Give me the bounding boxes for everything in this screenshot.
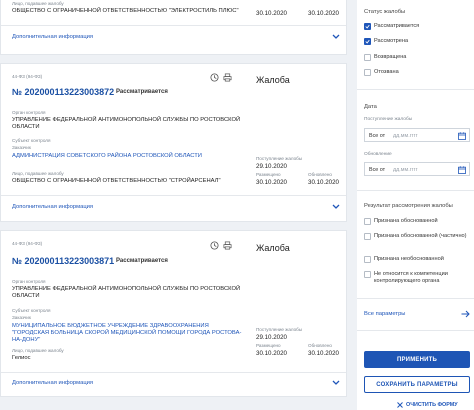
updated-date: 30.10.2020 <box>308 350 339 357</box>
status-option-label: Возвращена <box>374 54 407 60</box>
received-date: 29.10.2020 <box>256 334 287 341</box>
applicant-value: ОБЩЕСТВО С ОГРАНИЧЕННОЙ ОТВЕТСТВЕННОСТЬЮ… <box>12 178 221 184</box>
status-checkbox[interactable] <box>364 69 371 76</box>
print-icon[interactable] <box>223 241 232 250</box>
more-info-link[interactable]: Дополнительная информация <box>12 204 93 210</box>
chevron-down-icon[interactable] <box>331 203 341 211</box>
control-label: Орган контроля <box>12 279 46 284</box>
applicant-label: Лицо, подавшее жалобу <box>12 348 64 353</box>
apply-button[interactable]: ПРИМЕНИТЬ <box>364 351 470 368</box>
divider <box>357 330 474 331</box>
placed-label: Размещено <box>256 343 281 348</box>
customer-label: Заказчик <box>12 145 31 150</box>
divider <box>1 372 346 373</box>
received-date-field[interactable]: Все от дд.мм.гггг <box>364 128 470 142</box>
status-filter-title: Статус жалобы <box>364 9 406 15</box>
received-label: Поступление жалобы <box>256 327 303 332</box>
divider <box>1 25 346 26</box>
divider <box>357 190 474 191</box>
complaint-kind: Жалоба <box>256 243 290 253</box>
customer-label: Заказчик <box>12 315 31 320</box>
all-params-link[interactable]: Все параметры <box>364 311 405 317</box>
check-icon <box>365 24 370 29</box>
updated-date: 30.10.2020 <box>308 10 339 17</box>
updated-date: 30.10.2020 <box>308 179 339 186</box>
complaint-kind: Жалоба <box>256 75 290 85</box>
print-icon[interactable] <box>223 73 232 82</box>
close-icon[interactable] <box>397 402 403 408</box>
complaint-card: 44-ФЗ (94-ФЗ) № 202000113223003871 Рассм… <box>0 230 347 397</box>
date-prefix: Все от <box>369 166 386 173</box>
received-label: Поступление жалобы <box>256 156 303 161</box>
status-checkbox[interactable] <box>364 38 371 45</box>
check-icon <box>365 39 370 44</box>
control-value: УПРАВЛЕНИЕ ФЕДЕРАЛЬНОЙ АНТИМОНОПОЛЬНОЙ С… <box>12 286 241 300</box>
status-checkbox[interactable] <box>364 23 371 30</box>
control-label: Орган контроля <box>12 110 46 115</box>
complaint-card: Лицо, подавшее жалобу ОБЩЕСТВО С ОГРАНИЧ… <box>0 0 347 55</box>
status-option-label: Рассматривается <box>374 23 420 29</box>
divider <box>357 89 474 90</box>
status-option-label: Отозвана <box>374 69 399 75</box>
more-info-link[interactable]: Дополнительная информация <box>12 34 93 40</box>
placed-date: 30.10.2020 <box>256 179 287 186</box>
complaint-number-link[interactable]: № 202000113223003871 <box>12 256 114 266</box>
status-badge: Рассматривается <box>116 89 168 95</box>
result-checkbox[interactable] <box>364 256 371 263</box>
calendar-icon[interactable] <box>458 131 466 140</box>
divider <box>357 298 474 299</box>
chevron-down-icon[interactable] <box>331 379 341 387</box>
subject-label: Субъект контроля <box>12 138 51 143</box>
complaint-card: 44-ФЗ (94-ФЗ) № 202000113223003872 Рассм… <box>0 63 347 222</box>
result-option-label: Не относится к компетенции контролирующе… <box>374 271 448 284</box>
more-info-link[interactable]: Дополнительная информация <box>12 380 93 386</box>
result-option-label: Признана обоснованной (частично) <box>374 233 467 239</box>
result-option-label: Признана обоснованной <box>374 218 438 224</box>
applicant-value: ОБЩЕСТВО С ОГРАНИЧЕННОЙ ОТВЕТСТВЕННОСТЬЮ… <box>12 8 239 14</box>
updated-label: Обновлено <box>308 343 332 348</box>
customer-link[interactable]: МУНИЦИПАЛЬНОЕ БЮДЖЕТНОЕ УЧРЕЖДЕНИЕ ЗДРАВ… <box>12 323 242 345</box>
updated-date-field[interactable]: Все от дд.мм.гггг <box>364 162 470 176</box>
complaint-number-link[interactable]: № 202000113223003872 <box>12 87 114 97</box>
control-value: УПРАВЛЕНИЕ ФЕДЕРАЛЬНОЙ АНТИМОНОПОЛЬНОЙ С… <box>12 117 241 131</box>
arrow-right-icon[interactable] <box>461 310 470 318</box>
law-label: 44-ФЗ (94-ФЗ) <box>12 74 43 79</box>
subject-label: Субъект контроля <box>12 308 51 313</box>
applicant-label: Лицо, подавшее жалобу <box>12 1 64 6</box>
chevron-down-icon[interactable] <box>331 33 341 41</box>
result-filter-title: Результат рассмотрения жалобы <box>364 203 453 209</box>
clear-form-button[interactable]: ОЧИСТИТЬ ФОРМУ <box>406 402 458 408</box>
result-option-label: Признана необоснованной <box>374 256 444 262</box>
history-icon[interactable] <box>210 73 219 82</box>
date-filter-title: Дата <box>364 104 377 110</box>
received-date: 29.10.2020 <box>256 163 287 170</box>
date-placeholder: дд.мм.гггг <box>393 132 418 139</box>
customer-link[interactable]: АДМИНИСТРАЦИЯ СОВЕТСКОГО РАЙОНА РОСТОВСК… <box>12 153 242 160</box>
applicant-label: Лицо, подавшее жалобу <box>12 171 64 176</box>
divider <box>1 195 346 196</box>
placed-date: 30.10.2020 <box>256 10 287 17</box>
updated-label: Обновлено <box>308 172 332 177</box>
status-checkbox[interactable] <box>364 54 371 61</box>
save-params-button[interactable]: СОХРАНИТЬ ПАРАМЕТРЫ <box>364 376 470 393</box>
placed-label: Размещено <box>256 172 281 177</box>
date-prefix: Все от <box>369 132 386 139</box>
received-date-label: Поступление жалобы <box>364 117 413 122</box>
result-checkbox[interactable] <box>364 271 371 278</box>
updated-date-label: Обновление <box>364 152 392 157</box>
applicant-value: Гелиос <box>12 355 31 361</box>
law-label: 44-ФЗ (94-ФЗ) <box>12 241 43 246</box>
filter-sidebar: Статус жалобы Рассматривается Рассмотрен… <box>357 0 474 410</box>
history-icon[interactable] <box>210 241 219 250</box>
result-checkbox[interactable] <box>364 233 371 240</box>
date-placeholder: дд.мм.гггг <box>393 166 418 173</box>
calendar-icon[interactable] <box>458 165 466 174</box>
status-badge: Рассматривается <box>116 258 168 264</box>
status-option-label: Рассмотрена <box>374 38 409 44</box>
placed-date: 30.10.2020 <box>256 350 287 357</box>
result-checkbox[interactable] <box>364 218 371 225</box>
